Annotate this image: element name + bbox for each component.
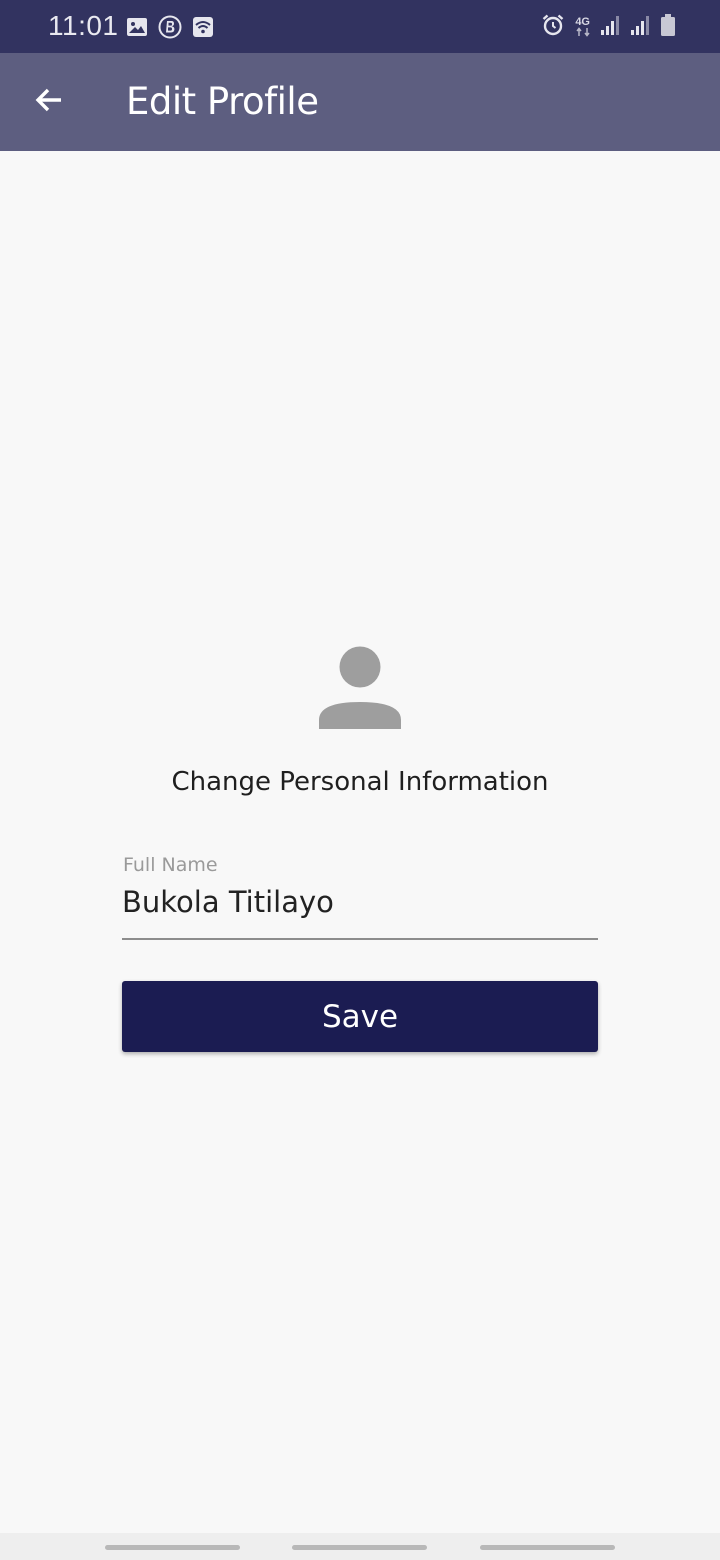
b-app-icon — [158, 15, 182, 44]
status-bar: 11:01 4G — [0, 0, 720, 53]
signal-icon — [600, 14, 620, 41]
nav-handle-left[interactable] — [105, 1545, 240, 1550]
network-4g-icon: 4G — [575, 16, 590, 39]
nav-handle-right[interactable] — [480, 1545, 615, 1550]
status-system-icons: 4G — [541, 13, 676, 42]
person-icon — [318, 646, 402, 734]
status-time: 11:01 — [48, 10, 119, 41]
alarm-icon — [541, 13, 565, 42]
avatar — [318, 646, 402, 730]
arrow-left-icon — [33, 84, 65, 121]
full-name-input[interactable] — [122, 882, 598, 922]
battery-icon — [660, 13, 676, 42]
section-heading: Change Personal Information — [171, 767, 549, 797]
navigation-bar — [0, 1533, 720, 1560]
back-button[interactable] — [24, 77, 74, 127]
status-notification-icons — [126, 15, 214, 44]
signal-icon — [630, 14, 650, 41]
wifi-icon — [192, 16, 214, 43]
app-bar: Edit Profile — [0, 53, 720, 151]
page-title: Edit Profile — [126, 80, 319, 123]
gallery-icon — [126, 16, 148, 43]
full-name-label: Full Name — [123, 854, 218, 876]
full-name-underline — [122, 938, 598, 940]
save-button[interactable]: Save — [122, 981, 598, 1052]
full-name-field: Full Name — [122, 854, 598, 941]
nav-handle-center[interactable] — [292, 1545, 427, 1550]
